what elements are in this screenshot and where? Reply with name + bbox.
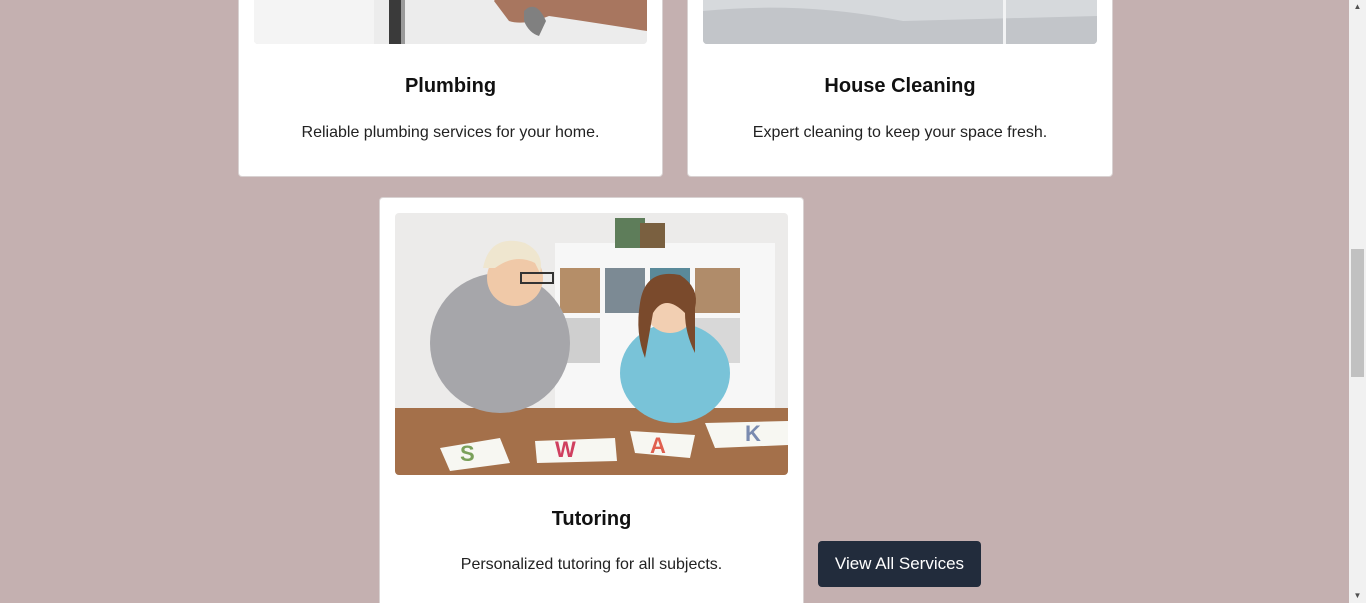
page-viewport: Plumbing Reliable plumbing services for …	[0, 0, 1366, 603]
service-description: Expert cleaning to keep your space fresh…	[752, 124, 1048, 141]
service-description: Personalized tutoring for all subjects.	[460, 556, 723, 573]
svg-text:S: S	[460, 441, 475, 466]
scrollbar-thumb[interactable]	[1351, 249, 1364, 377]
scroll-up-icon[interactable]: ▲	[1349, 0, 1366, 14]
plumbing-image	[254, 0, 647, 44]
svg-text:A: A	[650, 433, 666, 458]
svg-text:W: W	[555, 437, 576, 462]
service-title: House Cleaning	[824, 75, 976, 97]
view-all-services-button[interactable]: View All Services	[818, 541, 981, 587]
house-cleaning-image	[703, 0, 1097, 44]
service-description: Reliable plumbing services for your home…	[301, 124, 600, 141]
service-card-plumbing[interactable]: Plumbing Reliable plumbing services for …	[238, 0, 663, 177]
scroll-down-icon[interactable]: ▼	[1349, 589, 1366, 603]
service-card-house-cleaning[interactable]: House Cleaning Expert cleaning to keep y…	[687, 0, 1113, 177]
service-title: Plumbing	[404, 75, 497, 97]
tutoring-image: S W A K	[395, 213, 788, 475]
svg-text:K: K	[745, 421, 761, 446]
service-title: Tutoring	[551, 508, 632, 530]
vertical-scrollbar[interactable]: ▲ ▼	[1349, 0, 1366, 603]
service-card-tutoring[interactable]: S W A K Tutoring Personalized tutoring f…	[379, 197, 804, 603]
